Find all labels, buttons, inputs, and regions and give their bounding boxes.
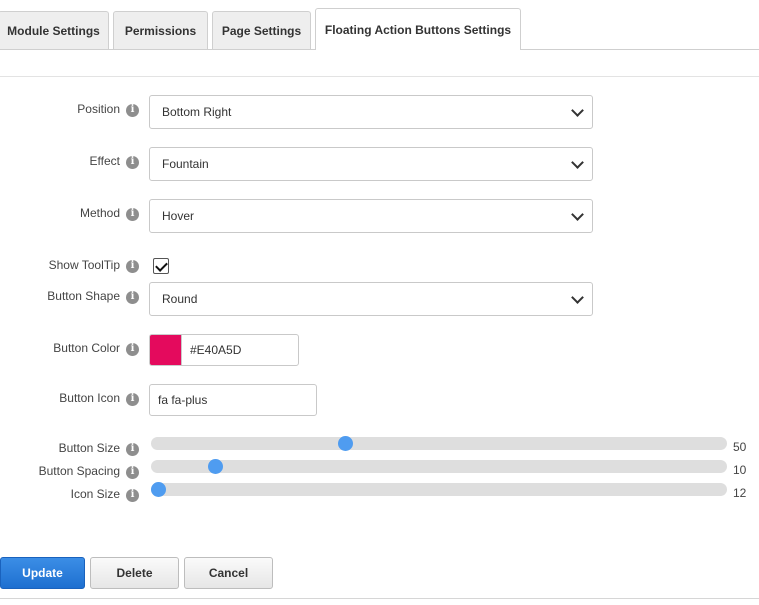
cancel-button[interactable]: Cancel xyxy=(184,557,273,589)
checkmark-icon xyxy=(154,258,168,272)
chevron-down-icon xyxy=(571,104,584,117)
method-label: Method i xyxy=(80,205,139,221)
effect-select-value: Fountain xyxy=(162,157,209,171)
button-size-slider[interactable] xyxy=(151,436,727,451)
button-color-swatch[interactable] xyxy=(149,334,181,366)
info-icon[interactable]: i xyxy=(126,392,139,406)
info-icon[interactable]: i xyxy=(126,155,139,169)
tab-bar: Module Settings Permissions Page Setting… xyxy=(0,0,759,50)
tab-module-settings[interactable]: Module Settings xyxy=(0,11,109,49)
position-label: Position i xyxy=(77,101,139,117)
info-icon[interactable]: i xyxy=(126,465,139,479)
tab-floating-action-buttons-settings[interactable]: Floating Action Buttons Settings xyxy=(315,8,521,50)
info-icon[interactable]: i xyxy=(126,103,139,117)
button-color-label: Button Color i xyxy=(53,340,139,356)
chevron-down-icon xyxy=(571,156,584,169)
info-icon[interactable]: i xyxy=(126,290,139,304)
chevron-down-icon xyxy=(571,208,584,221)
icon-size-slider[interactable] xyxy=(150,482,727,497)
footer-divider xyxy=(0,598,759,599)
update-button[interactable]: Update xyxy=(0,557,85,589)
tab-page-settings[interactable]: Page Settings xyxy=(212,11,311,49)
icon-size-value: 12 xyxy=(733,486,747,500)
button-size-label: Button Size i xyxy=(59,440,139,456)
method-select[interactable]: Hover xyxy=(149,199,593,233)
button-size-slider-handle[interactable] xyxy=(337,436,353,451)
info-icon[interactable]: i xyxy=(126,207,139,221)
button-size-value: 50 xyxy=(733,440,747,454)
button-spacing-label: Button Spacing i xyxy=(39,463,139,479)
button-shape-select-value: Round xyxy=(162,292,198,306)
info-icon[interactable]: i xyxy=(126,442,139,456)
info-icon[interactable]: i xyxy=(126,488,139,502)
icon-size-label: Icon Size i xyxy=(71,486,139,502)
effect-select[interactable]: Fountain xyxy=(149,147,593,181)
button-spacing-value: 10 xyxy=(733,463,747,477)
button-color-input[interactable]: #E40A5D xyxy=(181,334,299,366)
button-spacing-slider[interactable] xyxy=(151,459,727,474)
info-icon[interactable]: i xyxy=(126,259,139,273)
icon-size-slider-handle[interactable] xyxy=(150,482,166,497)
button-spacing-slider-handle[interactable] xyxy=(207,459,223,474)
delete-button[interactable]: Delete xyxy=(90,557,179,589)
method-select-value: Hover xyxy=(162,209,195,223)
show-tooltip-checkbox[interactable] xyxy=(153,258,169,274)
show-tooltip-label: Show ToolTip i xyxy=(49,257,139,273)
tab-permissions[interactable]: Permissions xyxy=(113,11,208,49)
section-divider xyxy=(0,76,759,77)
button-shape-select[interactable]: Round xyxy=(149,282,593,316)
button-icon-input[interactable]: fa fa-plus xyxy=(149,384,317,416)
position-select[interactable]: Bottom Right xyxy=(149,95,593,129)
position-select-value: Bottom Right xyxy=(162,105,232,119)
effect-label: Effect i xyxy=(90,153,139,169)
button-icon-value: fa fa-plus xyxy=(158,393,208,407)
button-icon-label: Button Icon i xyxy=(59,390,139,406)
button-color-value: #E40A5D xyxy=(190,343,242,357)
chevron-down-icon xyxy=(571,291,584,304)
button-shape-label: Button Shape i xyxy=(47,288,139,304)
info-icon[interactable]: i xyxy=(126,342,139,356)
